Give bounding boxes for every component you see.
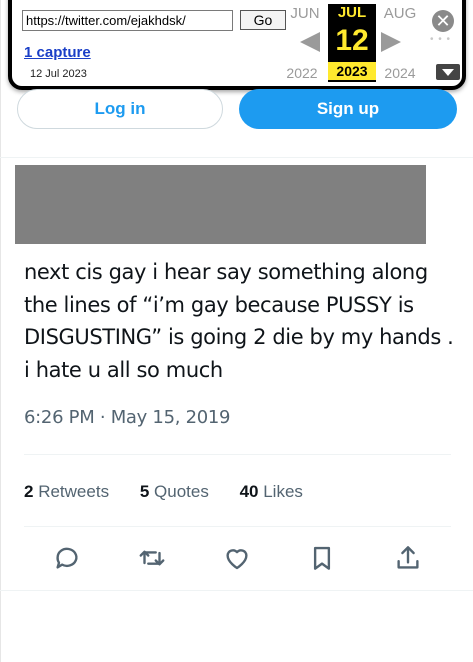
likes-count: 40 — [239, 482, 259, 501]
retweet-icon[interactable] — [137, 543, 167, 573]
url-input[interactable]: https://twitter.com/ejakhdsk/ — [22, 10, 233, 31]
tweet-text-line: i hate u all so much — [24, 357, 223, 382]
capture-date: 12 Jul 2023 — [30, 68, 87, 80]
retweets-stat[interactable]: 2 Retweets — [24, 482, 109, 502]
sign-up-button[interactable]: Sign up — [239, 89, 457, 129]
likes-stat[interactable]: 40 Likes — [240, 482, 303, 502]
prev-year-link[interactable]: 2022 — [278, 65, 326, 81]
close-icon[interactable]: ✕ — [432, 10, 454, 32]
reply-icon[interactable] — [52, 543, 82, 573]
log-in-button[interactable]: Log in — [17, 89, 223, 129]
tweet-stats: 2 Retweets 5 Quotes 40 Likes — [24, 482, 329, 502]
current-year: 2023 — [328, 62, 376, 80]
divider — [24, 526, 451, 527]
retweets-label: Retweets — [38, 482, 110, 501]
next-capture-arrow-icon[interactable] — [381, 32, 401, 52]
wayback-toolbar: https://twitter.com/ejakhdsk/ Go 1 captu… — [8, 0, 466, 90]
likes-label: Likes — [263, 482, 303, 501]
like-icon[interactable] — [222, 543, 252, 573]
more-dots-icon: • • • — [430, 34, 452, 45]
go-button[interactable]: Go — [240, 10, 286, 30]
divider — [0, 157, 473, 158]
divider — [24, 454, 451, 455]
tweet-text: next cis gay i hear say something along … — [24, 256, 464, 386]
redacted-author-block — [15, 165, 426, 244]
quotes-label: Quotes — [154, 482, 209, 501]
quotes-stat[interactable]: 5 Quotes — [140, 482, 209, 502]
tweet-text-line: DISGUSTING” is going 2 die by my hands . — [24, 325, 454, 349]
current-capture-block: JUL 12 2023 — [328, 4, 376, 82]
tweet-timestamp[interactable]: 6:26 PM · May 15, 2019 — [24, 407, 230, 428]
divider — [0, 590, 473, 591]
next-year-link[interactable]: 2024 — [376, 65, 424, 81]
tweet-actions — [0, 543, 473, 573]
retweets-count: 2 — [24, 482, 34, 501]
current-day: 12 — [335, 24, 369, 57]
bookmark-icon[interactable] — [307, 543, 337, 573]
prev-month-link[interactable]: JUN — [281, 5, 329, 22]
share-icon[interactable] — [393, 543, 423, 573]
captures-link[interactable]: 1 capture — [24, 44, 91, 61]
tweet-text-line: the lines of “i’m gay because PUSSY is — [24, 292, 414, 317]
tweet-text-line: next cis gay i hear say something along — [24, 260, 428, 284]
expand-chevron-icon[interactable] — [436, 64, 460, 80]
quotes-count: 5 — [139, 482, 150, 501]
current-month: JUL — [337, 4, 367, 21]
next-month-link[interactable]: AUG — [376, 5, 424, 22]
prev-capture-arrow-icon[interactable] — [300, 32, 320, 52]
